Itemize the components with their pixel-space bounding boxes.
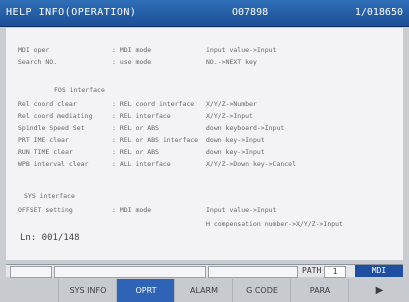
- op-mode: : REL or ABS interface: [112, 136, 199, 144]
- line-indicator: Ln: 001/148: [20, 233, 80, 243]
- mode-badge: MDI: [355, 265, 403, 277]
- section-heading: FOS interface: [54, 86, 105, 94]
- op-name: Search NO.: [18, 58, 58, 66]
- op-mode: : REL or ABS: [112, 148, 159, 156]
- softkey-alarm[interactable]: ALARM: [174, 279, 233, 302]
- status-cell: [54, 266, 206, 278]
- op-steps: NO.->NEXT key: [206, 58, 257, 66]
- op-mode: : REL coord interface: [112, 100, 195, 108]
- softkey-bar: SYS INFO OPRT ALARM G CODE PARA ▶: [0, 279, 409, 302]
- op-name: Rel coord clear: [18, 100, 77, 108]
- op-name: PRT IME clear: [18, 136, 69, 144]
- op-mode: : MDI mode: [112, 46, 152, 54]
- op-steps: X/Y/Z->Down key->Cancel: [206, 160, 297, 168]
- op-steps: input value->Input: [206, 46, 277, 54]
- program-number: O07898: [232, 7, 269, 18]
- op-mode: : use mode: [112, 58, 152, 66]
- op-steps: Input value->Input: [206, 206, 277, 214]
- op-name: RUN TIME clear: [18, 148, 73, 156]
- op-mode: : REL interface: [112, 112, 171, 120]
- op-name: OFFSET setting: [18, 206, 73, 214]
- softkey-oprt[interactable]: OPRT: [116, 279, 175, 302]
- softkey-sys-info[interactable]: SYS INFO: [58, 279, 117, 302]
- title-bar: HELP INFO(OPERATION) O07898 1/018650: [0, 0, 409, 27]
- softkey-blank[interactable]: [0, 279, 58, 302]
- status-bar: PATH 1 MDI: [6, 264, 403, 278]
- op-mode: : ALL interface: [112, 160, 171, 168]
- op-steps: X/Y/Z->Input: [206, 112, 253, 120]
- op-name: Spindle Speed Set: [18, 124, 85, 132]
- op-steps: down key->Input: [206, 148, 265, 156]
- op-steps: X/Y/Z->Number: [206, 100, 257, 108]
- next-page-arrow-icon[interactable]: ▶: [348, 279, 409, 302]
- op-mode: : REL or ABS: [112, 124, 159, 132]
- op-name: MDI oper: [18, 46, 50, 54]
- op-steps: down key->Input: [206, 136, 265, 144]
- softkey-para[interactable]: PARA: [290, 279, 349, 302]
- op-mode: : MDI mode: [112, 206, 152, 214]
- sequence-number: 1/018650: [354, 7, 403, 18]
- help-content: MDI oper : MDI mode input value->Input S…: [6, 28, 403, 260]
- path-value: 1: [324, 266, 346, 278]
- softkey-g-code[interactable]: G CODE: [232, 279, 291, 302]
- op-steps: H compensation number->X/Y/Z->Input: [206, 220, 343, 228]
- screen-title: HELP INFO(OPERATION): [6, 7, 137, 18]
- help-screen: HELP INFO(OPERATION) O07898 1/018650 MDI…: [0, 0, 409, 302]
- status-cell: [10, 266, 52, 278]
- op-name: Rel coord mediating: [18, 112, 93, 120]
- path-label: PATH: [302, 266, 322, 275]
- op-steps: down keyboard->Input: [206, 124, 285, 132]
- status-cell: [208, 266, 298, 278]
- section-heading: SYS interface: [24, 192, 75, 200]
- op-name: WPB interval clear: [18, 160, 89, 168]
